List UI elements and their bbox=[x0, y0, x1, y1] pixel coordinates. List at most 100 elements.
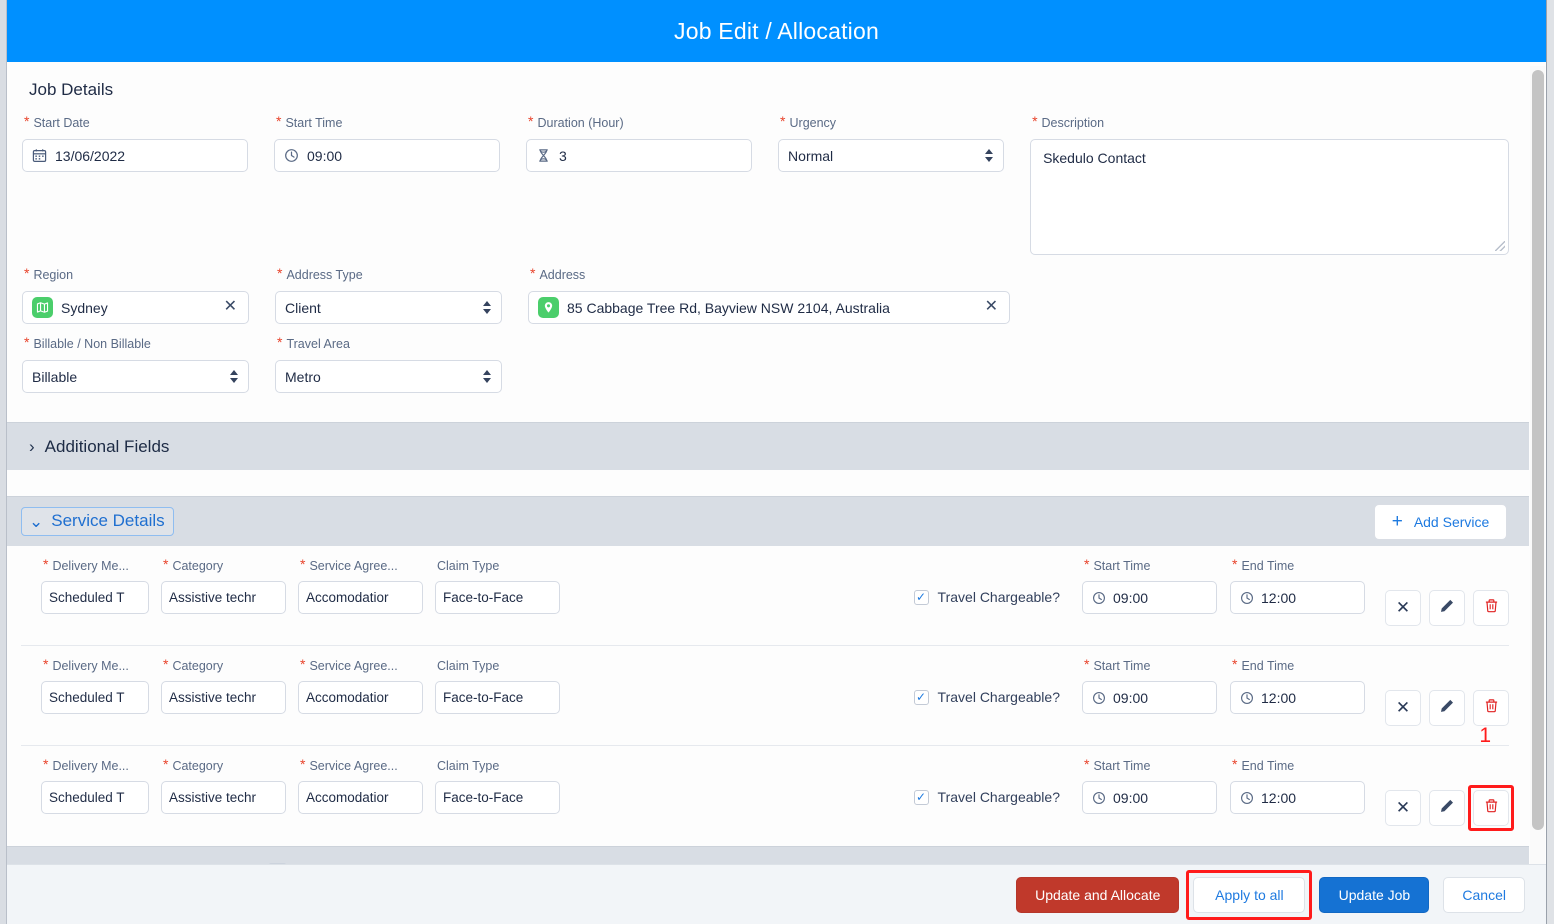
clear-service-row-button[interactable]: ✕ bbox=[1385, 790, 1421, 826]
pencil-icon bbox=[1439, 798, 1455, 819]
additional-fields-section-header[interactable]: › Additional Fields bbox=[7, 422, 1529, 470]
service-row: * Delivery Me... Scheduled T * Category … bbox=[21, 724, 1514, 846]
delete-service-row-button[interactable] bbox=[1468, 785, 1514, 831]
category-value: Assistive techr bbox=[169, 590, 257, 605]
delete-service-row-button[interactable] bbox=[1473, 590, 1509, 626]
resourcing-requirements-section-header[interactable]: › Resourcing Requirements Disregard All … bbox=[7, 846, 1529, 864]
address-field: * Address 85 Cabbage Tree Rd, Bayview NS… bbox=[528, 266, 1010, 324]
checkbox-icon: ✓ bbox=[913, 789, 929, 805]
service-details-toggle[interactable]: ⌄ Service Details bbox=[21, 507, 174, 536]
svc-start-time-input[interactable]: 09:00 bbox=[1082, 781, 1217, 814]
svc-start-time-input[interactable]: 09:00 bbox=[1082, 681, 1217, 714]
svc-end-time-input[interactable]: 12:00 bbox=[1230, 781, 1365, 814]
region-input[interactable]: Sydney ✕ bbox=[22, 291, 249, 324]
additional-fields-label: Additional Fields bbox=[44, 436, 170, 456]
travel-area-field: * Travel Area Metro bbox=[275, 335, 502, 393]
add-service-button[interactable]: + Add Service bbox=[1374, 503, 1507, 540]
apply-to-all-button[interactable]: Apply to all bbox=[1193, 876, 1306, 913]
billable-field: * Billable / Non Billable Billable bbox=[22, 335, 249, 393]
start-time-label: * Start Time bbox=[276, 113, 343, 130]
service-agreement-input[interactable]: Accomodatior bbox=[298, 581, 423, 614]
claim-type-value: Face-to-Face bbox=[443, 590, 524, 605]
service-row-times: * Start Time 09:00 * End Time 12:00 bbox=[1082, 657, 1365, 714]
address-input[interactable]: 85 Cabbage Tree Rd, Bayview NSW 2104, Au… bbox=[528, 291, 1010, 324]
duration-value: 3 bbox=[559, 147, 567, 164]
travel-chargeable-group: ✓ Travel Chargeable? bbox=[560, 658, 1082, 705]
service-rows-container: * Delivery Me... Scheduled T * Category … bbox=[7, 546, 1529, 846]
update-job-button[interactable]: Update Job bbox=[1319, 876, 1430, 913]
plus-icon: + bbox=[1391, 511, 1403, 532]
urgency-label: * Urgency bbox=[780, 113, 837, 130]
svc-end-time-field: * End Time 12:00 bbox=[1230, 556, 1365, 614]
service-agreement-value: Accomodatior bbox=[306, 590, 389, 605]
claim-type-input[interactable]: Face-to-Face bbox=[435, 681, 560, 714]
billable-value: Billable bbox=[32, 368, 78, 385]
vertical-scrollbar-thumb[interactable] bbox=[1532, 70, 1544, 830]
urgency-select[interactable]: Normal bbox=[778, 139, 1005, 172]
svc-end-time-input[interactable]: 12:00 bbox=[1230, 681, 1365, 714]
checkbox-icon: ✓ bbox=[913, 689, 929, 705]
duration-field: * Duration (Hour) 3 bbox=[526, 113, 753, 172]
category-label: * Category bbox=[163, 756, 224, 773]
svc-end-time-input[interactable]: 12:00 bbox=[1230, 581, 1365, 614]
delivery-method-input[interactable]: Scheduled T bbox=[41, 781, 149, 814]
travel-area-select[interactable]: Metro bbox=[275, 360, 502, 393]
svc-start-time-input[interactable]: 09:00 bbox=[1082, 581, 1217, 614]
service-row-actions: ✕ bbox=[1365, 658, 1509, 726]
delivery-method-value: Scheduled T bbox=[49, 790, 125, 805]
delete-service-row-button[interactable] bbox=[1473, 690, 1509, 726]
claim-type-label: Claim Type bbox=[437, 559, 500, 573]
delivery-method-input[interactable]: Scheduled T bbox=[41, 581, 149, 614]
claim-type-input[interactable]: Face-to-Face bbox=[435, 781, 560, 814]
description-textarea[interactable]: Skedulo Contact bbox=[1030, 139, 1509, 255]
update-and-allocate-button[interactable]: Update and Allocate bbox=[1016, 876, 1180, 913]
delivery-method-label: * Delivery Me... bbox=[43, 556, 129, 573]
service-agreement-label: * Service Agree... bbox=[300, 756, 398, 773]
service-row: * Delivery Me... Scheduled T * Category … bbox=[21, 546, 1509, 646]
clear-service-row-button[interactable]: ✕ bbox=[1385, 690, 1421, 726]
category-input[interactable]: Assistive techr bbox=[161, 581, 286, 614]
service-row: * Delivery Me... Scheduled T * Category … bbox=[21, 646, 1509, 746]
service-agreement-input[interactable]: Accomodatior bbox=[298, 781, 423, 814]
required-asterisk: * bbox=[1032, 113, 1038, 129]
billable-select[interactable]: Billable bbox=[22, 360, 249, 393]
delivery-method-input[interactable]: Scheduled T bbox=[41, 681, 149, 714]
start-date-input[interactable]: 13/06/2022 bbox=[22, 139, 249, 172]
required-asterisk: * bbox=[300, 556, 306, 572]
address-type-select[interactable]: Client bbox=[275, 291, 502, 324]
urgency-field: * Urgency Normal bbox=[778, 113, 1005, 172]
claim-type-input[interactable]: Face-to-Face bbox=[435, 581, 560, 614]
clear-region-icon[interactable]: ✕ bbox=[222, 298, 239, 317]
stepper-icon[interactable] bbox=[483, 301, 492, 314]
required-asterisk: * bbox=[1232, 556, 1238, 572]
edit-service-row-button[interactable] bbox=[1429, 690, 1465, 726]
required-asterisk: * bbox=[528, 113, 534, 129]
travel-chargeable-checkbox[interactable]: ✓ Travel Chargeable? bbox=[913, 689, 1060, 705]
check-icon: ✓ bbox=[916, 690, 927, 704]
edit-service-row-button[interactable] bbox=[1429, 590, 1465, 626]
stepper-icon[interactable] bbox=[230, 370, 239, 383]
calendar-icon bbox=[32, 148, 47, 163]
stepper-icon[interactable] bbox=[985, 149, 994, 162]
duration-input[interactable]: 3 bbox=[526, 139, 753, 172]
start-time-input[interactable]: 09:00 bbox=[274, 139, 501, 172]
category-input[interactable]: Assistive techr bbox=[161, 781, 286, 814]
cancel-button[interactable]: Cancel bbox=[1443, 876, 1525, 913]
pencil-icon bbox=[1439, 598, 1455, 619]
clear-address-icon[interactable]: ✕ bbox=[983, 298, 1000, 317]
service-row-fields: * Delivery Me... Scheduled T * Category … bbox=[21, 656, 560, 714]
clock-icon bbox=[1240, 591, 1254, 605]
svc-start-time-label: * Start Time bbox=[1084, 756, 1151, 773]
svc-start-time-label: * Start Time bbox=[1084, 556, 1151, 573]
travel-chargeable-checkbox[interactable]: ✓ Travel Chargeable? bbox=[913, 789, 1060, 805]
service-agreement-input[interactable]: Accomodatior bbox=[298, 681, 423, 714]
start-date-label: * Start Date bbox=[24, 113, 90, 130]
clear-service-row-button[interactable]: ✕ bbox=[1385, 590, 1421, 626]
travel-chargeable-checkbox[interactable]: ✓ Travel Chargeable? bbox=[913, 589, 1060, 605]
category-input[interactable]: Assistive techr bbox=[161, 681, 286, 714]
required-asterisk: * bbox=[163, 556, 169, 572]
service-agreement-label: * Service Agree... bbox=[300, 656, 398, 673]
stepper-icon[interactable] bbox=[483, 370, 492, 383]
resize-handle[interactable] bbox=[1494, 241, 1505, 251]
edit-service-row-button[interactable] bbox=[1429, 790, 1465, 826]
